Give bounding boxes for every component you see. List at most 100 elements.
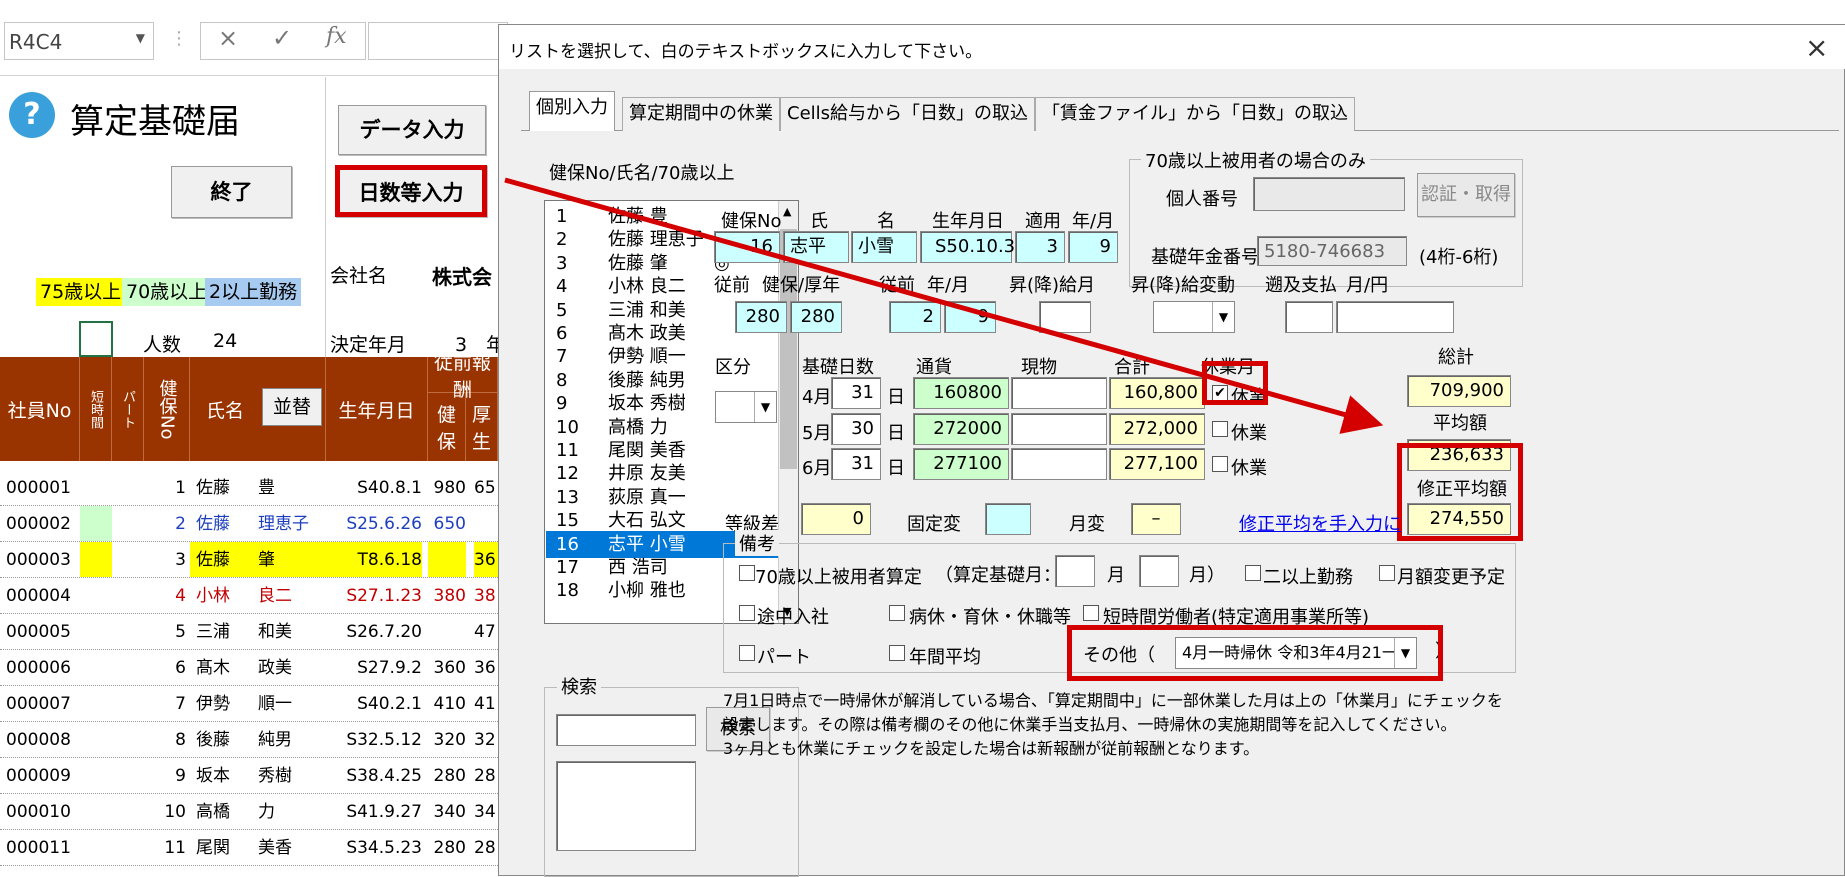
cell-kenpo[interactable]: 5 xyxy=(144,614,186,650)
cell-emp[interactable]: 000010 xyxy=(6,794,71,830)
cell-name[interactable]: 佐藤 理恵子 xyxy=(190,506,326,541)
cell-prev-kousei[interactable]: 47 xyxy=(474,614,498,649)
cell-name[interactable]: 尾関 美香 xyxy=(190,830,326,865)
prev-kousei-field[interactable]: 280 xyxy=(790,301,842,333)
cell-prev-kenpo[interactable]: 320 xyxy=(428,722,466,757)
cell-birth[interactable]: S41.9.27 xyxy=(326,794,422,829)
cell-name[interactable]: 髙木 政美 xyxy=(190,650,326,685)
cell-emp[interactable]: 000003 xyxy=(6,542,71,578)
table-row[interactable]: 000005 5 三浦 和美 S26.7.20 47 xyxy=(0,614,498,650)
cell-short[interactable] xyxy=(80,542,112,577)
swap-button[interactable]: 並替 xyxy=(262,388,322,426)
cell-emp[interactable]: 000006 xyxy=(6,650,71,686)
cell-prev-kenpo[interactable]: 410 xyxy=(428,686,466,721)
goods-field[interactable] xyxy=(1011,448,1107,480)
table-row[interactable]: 000003 3 佐藤肇 T8.6.18 36 xyxy=(0,542,498,578)
cell-birth[interactable]: S27.9.2 xyxy=(326,650,422,685)
table-row[interactable]: 000006 6 髙木 政美 S27.9.2 360 36 xyxy=(0,650,498,686)
cell-emp[interactable]: 000009 xyxy=(6,758,71,794)
chevron-down-icon[interactable]: ▼ xyxy=(1212,302,1234,332)
cell-kenpo[interactable]: 9 xyxy=(144,758,186,794)
cell-prev-kenpo[interactable] xyxy=(428,542,466,577)
cell-kenpo[interactable]: 2 xyxy=(144,506,186,542)
cell-short[interactable] xyxy=(80,758,112,793)
scroll-thumb[interactable] xyxy=(780,229,797,469)
cell-name[interactable]: 後藤 純男 xyxy=(190,722,326,757)
cell-short[interactable] xyxy=(80,794,112,829)
cell-birth[interactable]: S25.6.26 xyxy=(326,506,422,541)
table-row[interactable]: 000001 1 佐藤豊 S40.8.1 980 65 xyxy=(0,470,498,506)
close-icon[interactable]: × xyxy=(1805,31,1828,64)
base-month2-field[interactable] xyxy=(1139,555,1179,587)
table-row[interactable]: 000010 10 高橋力 S41.9.27 340 34 xyxy=(0,794,498,830)
cell-prev-kousei[interactable]: 28 xyxy=(474,830,498,865)
days-field[interactable]: 31 xyxy=(831,448,881,480)
apply-month-field[interactable]: 9 xyxy=(1068,231,1118,263)
days-field[interactable]: 31 xyxy=(831,377,881,409)
cell-name[interactable]: 佐藤豊 xyxy=(190,470,326,505)
cell-emp[interactable]: 000005 xyxy=(6,614,71,650)
cell-short[interactable] xyxy=(80,650,112,685)
short-checkbox[interactable] xyxy=(1083,605,1099,621)
pension-input[interactable]: 5180-746683 xyxy=(1257,236,1407,266)
cell-kenpo[interactable]: 6 xyxy=(144,650,186,686)
cell-prev-kousei[interactable]: 36 xyxy=(474,542,498,577)
cell-birth[interactable]: S27.1.23 xyxy=(326,578,422,613)
cell-birth[interactable]: T8.6.18 xyxy=(326,542,422,577)
days-field[interactable]: 30 xyxy=(831,413,881,445)
birth-field[interactable]: S50.10.30 xyxy=(920,231,1027,263)
prev-kenpo-field[interactable]: 280 xyxy=(735,301,787,333)
tab-leave-period[interactable]: 算定期間中の休業 xyxy=(622,97,780,131)
cell-emp[interactable]: 000008 xyxy=(6,722,71,758)
goods-field[interactable] xyxy=(1011,413,1107,445)
cell-name[interactable]: 佐藤肇 xyxy=(190,542,326,577)
mei-field[interactable]: 小雪 xyxy=(851,231,917,263)
cell-short[interactable] xyxy=(80,830,112,865)
cell-kenpo[interactable]: 3 xyxy=(144,542,186,578)
cell-name[interactable]: 小林 良二 xyxy=(190,578,326,613)
apply-year-field[interactable]: 3 xyxy=(1015,231,1065,263)
leave-checkbox[interactable] xyxy=(1212,456,1228,472)
planned-checkbox[interactable] xyxy=(1379,565,1395,581)
cell-short[interactable] xyxy=(80,578,112,613)
cell-emp[interactable]: 000001 xyxy=(6,470,71,506)
cell-birth[interactable]: S32.5.12 xyxy=(326,722,422,757)
prev-month-field[interactable]: 9 xyxy=(944,301,996,333)
sick-checkbox[interactable] xyxy=(889,605,905,621)
table-row[interactable]: 000011 11 尾関 美香 S34.5.23 280 28 xyxy=(0,830,498,866)
cell-prev-kousei[interactable]: 38 xyxy=(474,578,498,613)
mynumber-input[interactable] xyxy=(1253,177,1405,211)
cancel-icon[interactable]: × xyxy=(218,24,238,52)
scroll-up-icon[interactable]: ▲ xyxy=(783,205,791,218)
table-row[interactable]: 000004 4 小林 良二 S27.1.23 380 38 xyxy=(0,578,498,614)
cell-prev-kousei[interactable]: 28 xyxy=(474,758,498,793)
auth-button[interactable]: 認証・取得 xyxy=(1417,173,1515,217)
data-input-button[interactable]: データ入力 xyxy=(338,105,486,155)
cell-short[interactable] xyxy=(80,506,112,541)
cell-prev-kenpo[interactable]: 340 xyxy=(428,794,466,829)
retro-month-field[interactable] xyxy=(1285,301,1333,333)
cell-birth[interactable]: S40.2.1 xyxy=(326,686,422,721)
table-row[interactable]: 000008 8 後藤 純男 S32.5.12 320 32 xyxy=(0,722,498,758)
cell-name[interactable]: 伊勢 順一 xyxy=(190,686,326,721)
name-box[interactable]: R4C4 ▼ xyxy=(4,22,154,60)
cell-birth[interactable]: S34.5.23 xyxy=(326,830,422,865)
cell-birth[interactable]: S38.4.25 xyxy=(326,758,422,793)
cell-name[interactable]: 三浦 和美 xyxy=(190,614,326,649)
cell-kenpo[interactable]: 8 xyxy=(144,722,186,758)
kubun-select[interactable]: ▼ xyxy=(715,391,777,423)
cell-prev-kousei[interactable]: 32 xyxy=(474,722,498,757)
chevron-down-icon[interactable]: ▼ xyxy=(136,31,145,45)
cell-prev-kenpo[interactable]: 980 xyxy=(428,470,466,505)
cell-prev-kenpo[interactable]: 650 xyxy=(428,506,466,541)
raise-month-field[interactable] xyxy=(1039,301,1091,333)
cell-name[interactable]: 高橋力 xyxy=(190,794,326,829)
goods-field[interactable] xyxy=(1011,377,1107,409)
cell-short[interactable] xyxy=(80,686,112,721)
currency-field[interactable]: 272000 xyxy=(913,413,1009,445)
c70-checkbox[interactable] xyxy=(739,565,755,581)
cell-short[interactable] xyxy=(80,614,112,649)
cell-prev-kousei[interactable]: 41 xyxy=(474,686,498,721)
cell-prev-kousei[interactable]: 34 xyxy=(474,794,498,829)
prev-year-field[interactable]: 2 xyxy=(889,301,941,333)
